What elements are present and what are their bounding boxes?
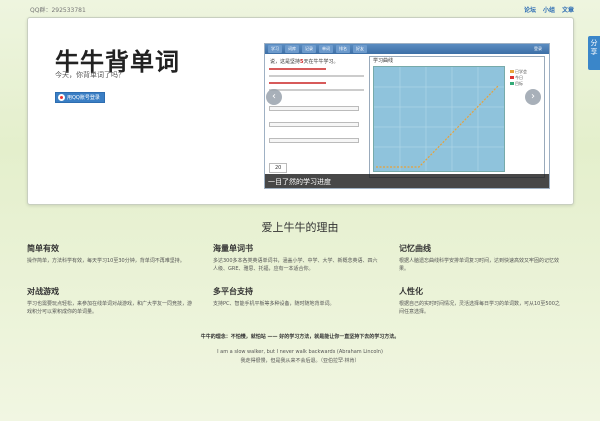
chart-svg	[374, 67, 504, 171]
share-tab[interactable]: 分享	[588, 36, 600, 70]
app-subtitle: 今天，你背单词了吗？	[55, 71, 125, 79]
qq-group-number: QQ群：292533781	[30, 7, 86, 14]
screenshot-caption: 一目了然的学习进度	[265, 174, 549, 188]
qq-login-label: 用QQ账号登录	[67, 95, 100, 101]
qq-penguin-icon	[58, 94, 65, 101]
chart-plot-area	[373, 66, 505, 172]
screenshot-count: 20	[269, 163, 288, 173]
feature-text: 支持PC、智能手机平板等多种设备，随时随地背单词。	[213, 301, 335, 307]
screenshot-greeting: 说，这是坚持5天在牛牛学习。	[270, 58, 339, 65]
feature-title: 多平台支持	[213, 287, 253, 296]
reasons-title: 爱上牛牛的理由	[261, 221, 339, 234]
screenshot-tab: 单词	[319, 45, 333, 53]
greeting-suffix: 天在牛牛学习。	[303, 59, 339, 65]
qq-login-button[interactable]: 用QQ账号登录	[55, 92, 105, 103]
feature-text: 根据自己的实时时间情况，灵活选择每日学习的单词数，可从10至500之间任意选择。	[399, 301, 560, 315]
feature-title: 记忆曲线	[399, 244, 431, 253]
product-screenshot: 学习 词库 记录 单词 排名 好友 登录 说，这是坚持5天在牛牛学习。 20 学…	[264, 43, 550, 189]
articles-link[interactable]: 文章	[562, 5, 574, 14]
chart-legend: 已学会 今日 目标	[510, 69, 527, 87]
legend-label: 目标	[515, 81, 523, 86]
feature-humanized: 人性化 根据自己的实时时间情况，灵活选择每日学习的单词数，可从10至500之间任…	[399, 286, 564, 316]
screenshot-login: 登录	[534, 46, 542, 51]
top-bar: QQ群：292533781 论坛 小组 文章	[0, 0, 600, 14]
screenshot-tab: 学习	[268, 45, 282, 53]
feature-text: 多达300多本各类英语单词书，涵盖小学、中学、大学、新概念英语、四六人级、GRE…	[213, 258, 378, 272]
feature-title: 对战游戏	[27, 287, 59, 296]
carousel-prev-arrow[interactable]: ‹	[266, 89, 282, 105]
screenshot-text-lines	[269, 68, 364, 96]
legend-label: 今日	[515, 75, 523, 80]
feature-simple-effective: 简单有效 操作简单，方法科学有效，每天学习10至30分钟，背单词不再难坚持。	[27, 243, 192, 265]
feature-text: 操作简单，方法科学有效，每天学习10至30分钟，背单词不再难坚持。	[27, 258, 185, 264]
philosophy-text: 牛牛的理念：不怕慢，就怕站 —— 好的学习方法，就是能让你一直坚持下去的学习方法…	[200, 334, 400, 340]
hero-panel: 牛牛背单词 今天，你背单词了吗？ 用QQ账号登录 学习 词库 记录 单词 排名 …	[27, 17, 574, 205]
curve-line	[376, 84, 500, 168]
feature-title: 人性化	[399, 287, 423, 296]
forum-link[interactable]: 论坛	[524, 5, 536, 14]
screenshot-tab: 排名	[336, 45, 350, 53]
feature-title: 简单有效	[27, 244, 59, 253]
carousel-next-arrow[interactable]: ›	[525, 89, 541, 105]
feature-memory-curve: 记忆曲线 根据人脑遗忘曲线科学安排单词复习时间，达到快速高效又牢固的记忆效果。	[399, 243, 564, 273]
screenshot-progress-box	[269, 138, 359, 143]
feature-word-books: 海量单词书 多达300多本各类英语单词书，涵盖小学、中学、大学、新概念英语、四六…	[213, 243, 378, 273]
screenshot-tab: 好友	[353, 45, 367, 53]
legend-label: 已学会	[515, 69, 527, 74]
screenshot-progress-box	[269, 106, 359, 111]
screenshot-progress-box	[269, 122, 359, 127]
legend-item: 目标	[510, 81, 527, 87]
feature-battle-game: 对战游戏 学习也需要玩点轻松，来参加在线单词对战游戏，和广大学友一同竞技，游戏积…	[27, 286, 192, 316]
greeting-prefix: 说，这是坚持	[270, 59, 301, 65]
groups-link[interactable]: 小组	[543, 5, 555, 14]
quote-chinese: 我走得很慢，但是我从来不会后退。（亚伯拉罕·林肯）	[240, 358, 360, 364]
feature-multi-platform: 多平台支持 支持PC、智能手机平板等多种设备，随时随地背单词。	[213, 286, 378, 308]
feature-text: 根据人脑遗忘曲线科学安排单词复习时间，达到快速高效又牢固的记忆效果。	[399, 258, 560, 272]
feature-title: 海量单词书	[213, 244, 253, 253]
screenshot-tab: 词库	[285, 45, 299, 53]
top-links: 论坛 小组 文章	[524, 5, 574, 14]
chart-title: 学习曲线	[373, 58, 394, 64]
feature-text: 学习也需要玩点轻松，来参加在线单词对战游戏，和广大学友一同竞技，游戏积分可以累积…	[27, 301, 193, 315]
quote-english: I am a slow walker, but I never walk bac…	[217, 349, 383, 355]
screenshot-tab: 记录	[302, 45, 316, 53]
screenshot-nav: 学习 词库 记录 单词 排名 好友 登录	[265, 44, 549, 54]
learning-curve-chart: 学习曲线 已学会 今日 目标	[369, 56, 545, 178]
